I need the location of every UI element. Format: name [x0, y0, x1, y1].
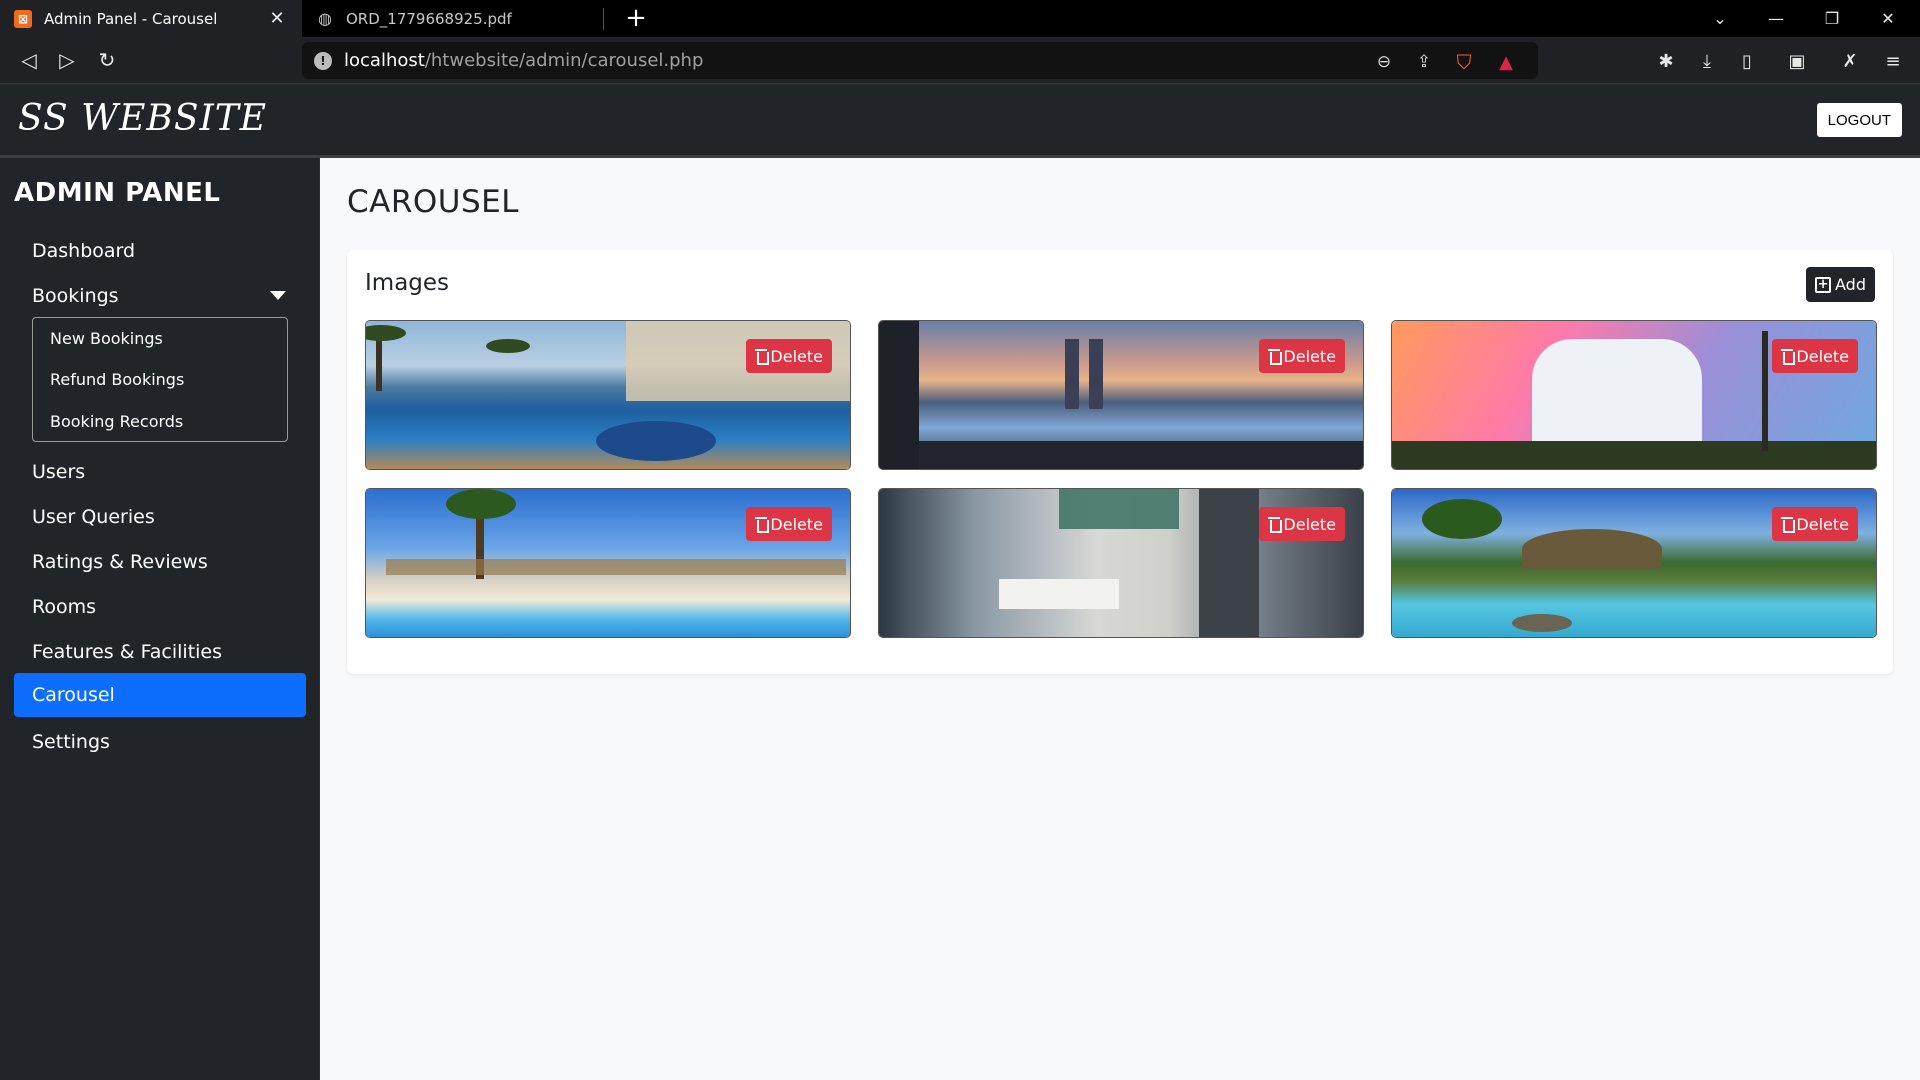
back-icon[interactable]: ◁: [14, 45, 44, 75]
carousel-image-2: Delete: [878, 320, 1364, 470]
delete-label: Delete: [1283, 346, 1336, 366]
site-info-icon[interactable]: !: [314, 51, 332, 70]
trash-icon: [1268, 349, 1283, 365]
tab-title: ORD_1779668925.pdf: [346, 9, 512, 28]
reload-icon[interactable]: ↻: [92, 45, 122, 75]
tab-close-icon[interactable]: ✕: [266, 8, 288, 29]
sidebar-item-settings[interactable]: Settings: [14, 720, 306, 764]
download-icon[interactable]: ⤓: [1694, 49, 1720, 73]
delete-image-button-6[interactable]: Delete: [1772, 507, 1858, 541]
forward-icon[interactable]: ▷: [52, 45, 82, 75]
delete-label: Delete: [1796, 514, 1849, 534]
page-title: CAROUSEL: [347, 184, 520, 220]
delete-image-button-5[interactable]: Delete: [1259, 507, 1345, 541]
url-host: localhost: [344, 50, 425, 71]
sidebar-toggle-icon[interactable]: ▯: [1734, 49, 1760, 73]
delete-label: Delete: [770, 514, 823, 534]
browser-tab-admin[interactable]: ⊠ Admin Panel - Carousel ✕: [0, 0, 302, 37]
sidebar-item-users[interactable]: Users: [14, 450, 306, 494]
extensions-icon[interactable]: ✱: [1653, 49, 1679, 73]
new-tab-icon[interactable]: +: [620, 2, 652, 34]
delete-image-button-3[interactable]: Delete: [1772, 339, 1858, 373]
url-path: /htwebsite/admin/carousel.php: [424, 50, 704, 71]
admin-panel-title: ADMIN PANEL: [14, 178, 221, 208]
zoom-icon[interactable]: ⊖: [1372, 50, 1396, 74]
sidebar-item-bookings[interactable]: Bookings: [14, 274, 306, 318]
tab-title: Admin Panel - Carousel: [44, 9, 218, 28]
delete-image-button-4[interactable]: Delete: [746, 507, 832, 541]
plus-square-icon: +: [1815, 276, 1832, 293]
brave-rewards-icon[interactable]: ▲: [1494, 50, 1518, 74]
trash-icon: [1781, 349, 1796, 365]
menu-icon[interactable]: ≡: [1880, 49, 1906, 73]
carousel-image-5: Delete: [878, 488, 1364, 638]
delete-image-button-1[interactable]: Delete: [746, 339, 832, 373]
submenu-item-refund-bookings[interactable]: Refund Bookings: [50, 361, 184, 397]
main-content: CAROUSEL Images + Add Delete Delete Dele…: [320, 158, 1920, 1080]
bookings-submenu: New Bookings Refund Bookings Booking Rec…: [32, 317, 288, 442]
images-card: Images + Add Delete Delete Delete Delete…: [347, 250, 1893, 674]
delete-label: Delete: [1796, 346, 1849, 366]
delete-image-button-2[interactable]: Delete: [1259, 339, 1345, 373]
trash-icon: [1268, 517, 1283, 533]
carousel-image-3: Delete: [1391, 320, 1877, 470]
logout-button[interactable]: LOGOUT: [1816, 103, 1902, 137]
sidebar-item-features-facilities[interactable]: Features & Facilities: [14, 630, 306, 674]
brave-shield-icon[interactable]: ⛉: [1452, 50, 1476, 74]
address-bar[interactable]: ! localhost/htwebsite/admin/carousel.php…: [302, 42, 1538, 79]
sidebar-item-ratings-reviews[interactable]: Ratings & Reviews: [14, 540, 306, 584]
trash-icon: [1781, 517, 1796, 533]
trash-icon: [755, 349, 770, 365]
sidebar-item-rooms[interactable]: Rooms: [14, 585, 306, 629]
trash-icon: [755, 517, 770, 533]
sidebar-item-carousel[interactable]: Carousel: [14, 673, 306, 717]
tab-divider: [603, 8, 604, 30]
card-title: Images: [365, 270, 450, 296]
globe-icon: ◍: [318, 9, 332, 28]
restore-icon[interactable]: ❐: [1804, 0, 1860, 37]
xampp-icon: ⊠: [14, 9, 32, 28]
site-brand: SS WEBSITE: [18, 98, 268, 139]
close-window-icon[interactable]: ✕: [1860, 0, 1916, 37]
minimize-icon[interactable]: —: [1748, 0, 1804, 37]
delete-label: Delete: [1283, 514, 1336, 534]
sidebar-item-user-queries[interactable]: User Queries: [14, 495, 306, 539]
submenu-item-booking-records[interactable]: Booking Records: [50, 403, 183, 439]
extension-x-icon[interactable]: ✗: [1837, 49, 1863, 73]
add-label: Add: [1835, 275, 1866, 294]
site-header: SS WEBSITE LOGOUT: [0, 84, 1920, 158]
wallet-icon[interactable]: ▣: [1784, 49, 1810, 73]
sidebar-item-label: Bookings: [32, 285, 119, 307]
tab-search-chevron-icon[interactable]: ⌄: [1692, 0, 1748, 37]
admin-sidebar: ADMIN PANEL Dashboard Bookings New Booki…: [0, 158, 320, 1080]
browser-tab-pdf[interactable]: ◍ ORD_1779668925.pdf: [302, 0, 604, 37]
add-image-button[interactable]: + Add: [1806, 267, 1875, 302]
delete-label: Delete: [770, 346, 823, 366]
submenu-item-new-bookings[interactable]: New Bookings: [50, 320, 163, 356]
browser-tab-strip: ⊠ Admin Panel - Carousel ✕ ◍ ORD_1779668…: [0, 0, 1920, 37]
browser-toolbar: ◁ ▷ ↻ ! localhost/htwebsite/admin/carous…: [0, 37, 1920, 84]
sidebar-item-dashboard[interactable]: Dashboard: [14, 229, 306, 273]
carousel-image-1: Delete: [365, 320, 851, 470]
carousel-image-4: Delete: [365, 488, 851, 638]
caret-down-icon: [270, 291, 286, 300]
carousel-image-6: Delete: [1391, 488, 1877, 638]
share-icon[interactable]: ⇪: [1412, 50, 1436, 74]
